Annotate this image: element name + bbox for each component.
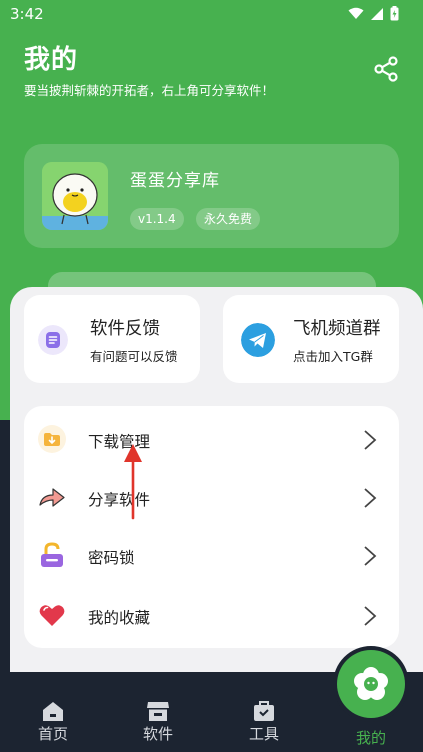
telegram-title: 飞机频道群: [293, 319, 381, 339]
status-bar: 3:42: [0, 0, 423, 28]
nav-profile-button[interactable]: [337, 650, 405, 718]
chevron-right-icon: [364, 546, 377, 566]
lock-icon: [41, 542, 63, 567]
feedback-card[interactable]: 软件反馈 有问题可以反馈: [24, 295, 200, 383]
home-icon: [43, 702, 63, 721]
status-icons: [348, 6, 399, 21]
menu-item-download[interactable]: 下载管理: [24, 410, 399, 468]
telegram-subtitle: 点击加入TG群: [293, 349, 373, 364]
menu-label-lock: 密码锁: [88, 549, 135, 567]
header: 我的 要当披荆斩棘的开拓者，右上角可分享软件！: [24, 44, 274, 99]
page-title: 我的: [24, 45, 79, 75]
chevron-right-icon: [364, 606, 377, 626]
screen: 3:42 我的 要当披荆斩棘的开拓者，右上角可分享软件！ 蛋蛋分享库 v1.1.…: [0, 0, 423, 752]
nav-label-software: 软件: [142, 725, 173, 743]
app-logo: [42, 162, 108, 230]
menu-card: 下载管理 分享软件 密码锁 我的收藏: [24, 406, 399, 648]
chevron-right-icon: [364, 488, 377, 508]
share-arrow-icon: [39, 488, 65, 507]
status-time: 3:42: [10, 5, 44, 23]
feedback-icon: [38, 325, 68, 355]
menu-label-favorites: 我的收藏: [88, 609, 151, 627]
menu-item-lock[interactable]: 密码锁: [24, 526, 399, 584]
license-badge: 永久免费: [196, 208, 261, 230]
profile-flower-icon: [354, 667, 388, 700]
nav-software[interactable]: 软件: [128, 672, 188, 752]
nav-label-home: 首页: [37, 725, 68, 743]
egg-mascot-icon: [42, 162, 108, 230]
nav-label-tools: 工具: [248, 725, 279, 743]
battery-icon: [390, 6, 399, 21]
chevron-right-icon: [364, 430, 377, 450]
annotation-arrow-icon: [124, 444, 142, 520]
share-button[interactable]: [373, 56, 399, 82]
nav-tools[interactable]: 工具: [234, 672, 294, 752]
feedback-title: 软件反馈: [90, 319, 160, 339]
version-badge: v1.1.4: [130, 208, 184, 230]
menu-item-favorites[interactable]: 我的收藏: [24, 586, 399, 644]
signal-icon: [371, 7, 383, 20]
store-icon: [147, 702, 169, 721]
app-info-card: 蛋蛋分享库 v1.1.4 永久免费: [24, 144, 399, 248]
page-subtitle: 要当披荆斩棘的开拓者，右上角可分享软件！: [24, 83, 275, 98]
download-folder-icon: [38, 425, 66, 453]
telegram-icon: [241, 323, 275, 357]
telegram-card[interactable]: 飞机频道群 点击加入TG群: [223, 295, 399, 383]
feedback-subtitle: 有问题可以反馈: [90, 349, 178, 364]
wifi-icon: [348, 7, 364, 19]
share-icon: [374, 56, 398, 82]
nav-home[interactable]: 首页: [23, 672, 83, 752]
app-name: 蛋蛋分享库: [130, 171, 220, 191]
toolbox-icon: [254, 701, 274, 721]
nav-label-profile: 我的: [355, 729, 386, 747]
menu-item-share[interactable]: 分享软件: [24, 468, 399, 526]
heart-icon: [39, 605, 65, 626]
